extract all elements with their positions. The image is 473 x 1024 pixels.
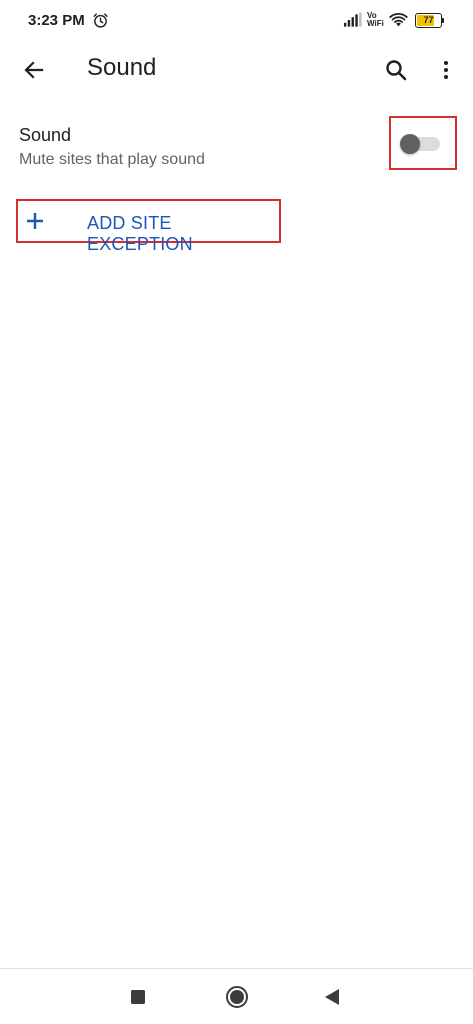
more-vert-icon: [444, 61, 448, 79]
vowifi-indicator: Vo WiFi: [367, 12, 384, 28]
search-icon: [386, 60, 407, 81]
back-icon[interactable]: [323, 987, 341, 1007]
sound-toggle[interactable]: [400, 134, 440, 154]
status-bar: 3:23 PM Vo WiFi 77: [0, 0, 473, 42]
status-time: 3:23 PM: [28, 12, 85, 29]
home-icon[interactable]: [225, 985, 249, 1009]
alarm-icon: [93, 13, 108, 28]
more-options-button[interactable]: [426, 50, 466, 90]
toolbar: Sound: [0, 42, 473, 98]
back-arrow-icon: [24, 61, 44, 79]
add-site-exception-label: ADD SITE EXCEPTION: [87, 213, 193, 254]
sound-setting-title: Sound: [19, 125, 72, 145]
sound-setting-row[interactable]: Sound Mute sites that play sound: [0, 112, 473, 184]
add-site-exception-button[interactable]: ADD SITE EXCEPTION: [16, 199, 281, 254]
vowifi-wifi: WiFi: [367, 19, 384, 28]
signal-icon: [343, 12, 362, 27]
navigation-bar: [0, 968, 473, 1024]
back-button[interactable]: [14, 50, 54, 90]
battery-level: 77: [423, 15, 434, 25]
recents-icon[interactable]: [130, 989, 146, 1005]
page-title: Sound: [87, 54, 157, 81]
battery-cap: [442, 18, 444, 23]
plus-icon: [27, 213, 43, 229]
toggle-thumb: [400, 134, 420, 154]
search-button[interactable]: [376, 50, 416, 90]
battery-icon: 77: [415, 13, 442, 28]
wifi-icon: [389, 13, 408, 27]
sound-setting-summary: Mute sites that play sound: [19, 151, 205, 168]
